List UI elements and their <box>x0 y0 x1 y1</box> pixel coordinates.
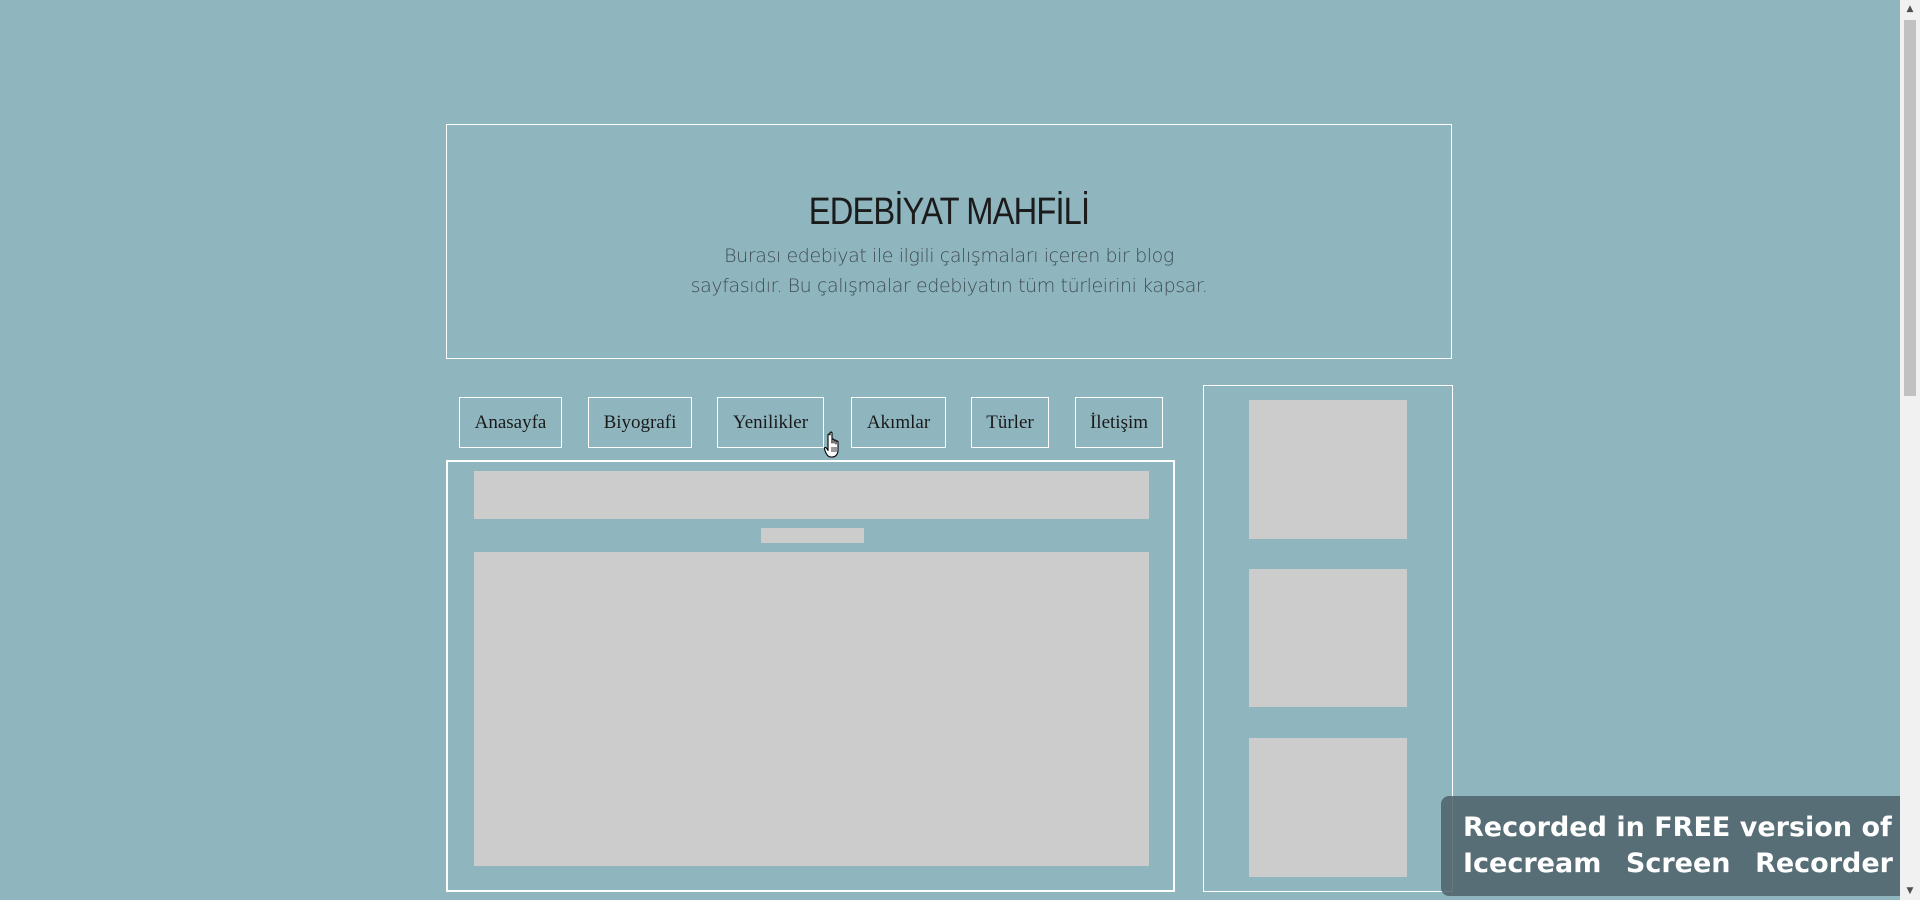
nav-item-turler[interactable]: Türler <box>971 397 1049 448</box>
site-description: Burası edebiyat ile ilgili çalışmaları i… <box>689 241 1209 301</box>
triangle-up-icon[interactable]: ▲ <box>1900 0 1920 18</box>
hand-pointer-icon <box>824 431 839 458</box>
article-meta-placeholder <box>761 528 864 543</box>
watermark-line-1: Recorded in FREE version of <box>1463 812 1892 843</box>
sidebar-image-placeholder-1 <box>1249 400 1407 539</box>
triangle-down-icon[interactable]: ▼ <box>1900 882 1920 900</box>
nav-item-anasayfa[interactable]: Anasayfa <box>459 397 562 448</box>
main-content <box>446 460 1175 892</box>
nav-item-akimlar[interactable]: Akımlar <box>851 397 946 448</box>
nav-item-biyografi[interactable]: Biyografi <box>588 397 692 448</box>
scrollbar-thumb[interactable] <box>1904 20 1916 396</box>
sidebar-image-placeholder-2 <box>1249 569 1407 707</box>
site-description-line-1: Burası edebiyat ile ilgili çalışmaları i… <box>724 245 1174 267</box>
article-body-placeholder <box>474 552 1149 866</box>
site-title: EDEBİYAT MAHFİLİ <box>808 191 1090 233</box>
watermark-line-2: Icecream Screen Recorder <box>1463 848 1893 879</box>
article-title-placeholder <box>474 471 1149 519</box>
site-description-line-2: sayfasıdır. Bu çalışmalar edebiyatın tüm… <box>690 275 1208 297</box>
sidebar <box>1203 385 1453 892</box>
nav-item-iletisim[interactable]: İletişim <box>1075 397 1163 448</box>
vertical-scrollbar[interactable]: ▲ ▼ <box>1900 0 1920 900</box>
recorder-watermark: Recorded in FREE version of Icecream Scr… <box>1441 796 1915 896</box>
site-header: EDEBİYAT MAHFİLİ Burası edebiyat ile ilg… <box>446 124 1452 359</box>
nav-item-yenilikler[interactable]: Yenilikler <box>717 397 824 448</box>
sidebar-image-placeholder-3 <box>1249 738 1407 877</box>
